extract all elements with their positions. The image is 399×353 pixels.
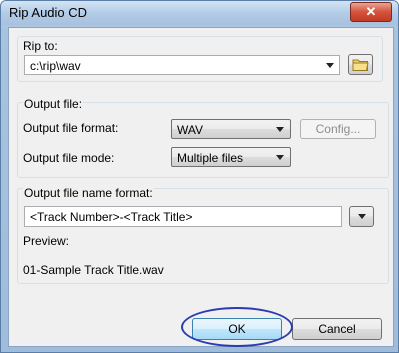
- rip-to-path-combo[interactable]: c:\rip\wav: [24, 55, 340, 75]
- dialog-title: Rip Audio CD: [9, 5, 88, 20]
- close-button[interactable]: ✕: [350, 2, 392, 22]
- preview-label: Preview:: [23, 234, 70, 248]
- folder-icon: [352, 59, 369, 71]
- preview-value: 01-Sample Track Title.wav: [23, 263, 164, 277]
- chevron-down-icon[interactable]: [326, 63, 334, 68]
- rip-audio-cd-dialog: Rip Audio CD ✕ Rip to: c:\rip\wav Output…: [0, 0, 399, 353]
- output-file-mode-label: Output file mode:: [23, 151, 115, 165]
- cancel-button-label: Cancel: [318, 322, 356, 336]
- ok-button-label: OK: [228, 322, 246, 336]
- rip-to-label: Rip to:: [23, 39, 58, 53]
- cancel-button[interactable]: Cancel: [292, 318, 382, 340]
- config-button-label: Config...: [315, 122, 361, 136]
- chevron-down-icon: [276, 155, 284, 160]
- output-file-format-value: WAV: [177, 123, 203, 137]
- output-file-mode-select[interactable]: Multiple files: [171, 147, 291, 167]
- name-format-input[interactable]: <Track Number>-<Track Title>: [24, 206, 342, 227]
- rip-to-path-value: c:\rip\wav: [30, 59, 81, 73]
- chevron-down-icon: [276, 127, 284, 132]
- config-button[interactable]: Config...: [300, 119, 376, 139]
- name-format-insert-button[interactable]: [349, 206, 374, 227]
- dialog-body: Rip to: c:\rip\wav Output file: Output f…: [8, 27, 394, 347]
- chevron-down-icon: [358, 214, 366, 219]
- output-file-format-select[interactable]: WAV: [171, 119, 291, 139]
- name-format-group-label: Output file name format:: [23, 186, 154, 200]
- name-format-value: <Track Number>-<Track Title>: [30, 210, 193, 224]
- output-file-mode-value: Multiple files: [177, 151, 244, 165]
- output-file-format-label: Output file format:: [23, 121, 119, 135]
- title-bar[interactable]: Rip Audio CD ✕: [1, 1, 398, 25]
- browse-folder-button[interactable]: [348, 54, 373, 75]
- output-file-group-label: Output file:: [23, 97, 84, 111]
- ok-button[interactable]: OK: [192, 318, 282, 340]
